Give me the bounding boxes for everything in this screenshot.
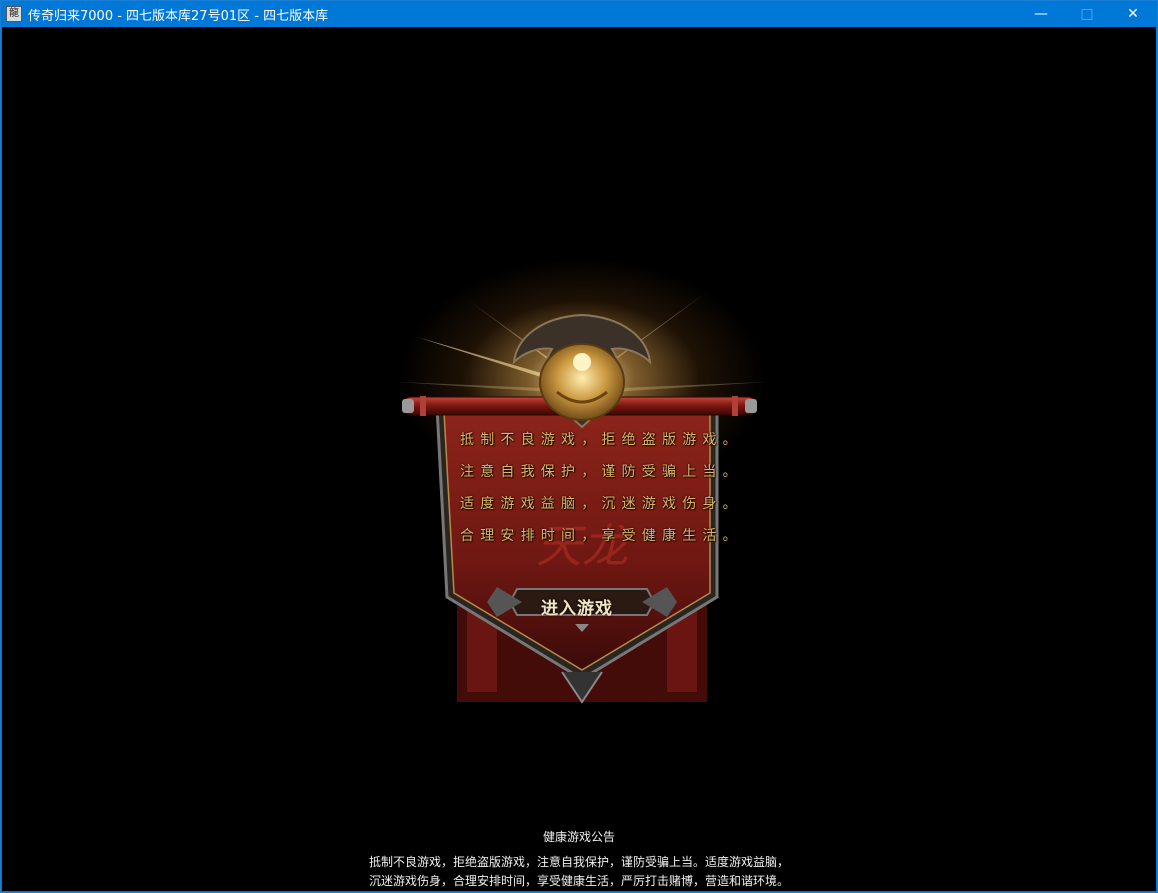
minimize-icon: —	[1034, 6, 1048, 22]
close-button[interactable]: ✕	[1110, 1, 1156, 27]
notice-line-1: 抵制不良游戏，拒绝盗版游戏，注意自我保护，谨防受骗上当。适度游戏益脑，	[368, 855, 789, 869]
maximize-button[interactable]: □	[1064, 1, 1110, 27]
notice-line-2: 沉迷游戏伤身，合理安排时间，享受健康生活，严厉打击赌博，营造和谐环境。	[368, 874, 789, 888]
window-title: 传奇归来7000 - 四七版本库27号01区 - 四七版本库	[28, 9, 329, 24]
maximize-icon: □	[1080, 6, 1094, 22]
app-icon[interactable]: 龍	[6, 6, 22, 22]
minimize-button[interactable]: —	[1018, 1, 1064, 27]
game-viewport: 天龙 抵制不良游戏，拒绝盗版游戏。 注意自我保护，谨防受骗上当。 适度游戏益脑，…	[2, 27, 1156, 891]
game-window: 龍 传奇归来7000 - 四七版本库27号01区 - 四七版本库 — □ ✕ 天…	[0, 0, 1158, 893]
banner-line-2: 注意自我保护，谨防受骗上当。	[460, 464, 743, 480]
banner-line-1: 抵制不良游戏，拒绝盗版游戏。	[460, 432, 743, 448]
banner-line-3: 适度游戏益脑，沉迷游戏伤身。	[460, 496, 743, 512]
title-bar[interactable]: 龍 传奇归来7000 - 四七版本库27号01区 - 四七版本库 — □ ✕	[1, 1, 1157, 27]
enter-game-button[interactable]: 进入游戏	[517, 590, 637, 622]
notice-title: 健康游戏公告	[542, 830, 615, 844]
banner-line-4: 合理安排时间，享受健康生活。	[460, 528, 743, 544]
close-icon: ✕	[1127, 6, 1139, 22]
